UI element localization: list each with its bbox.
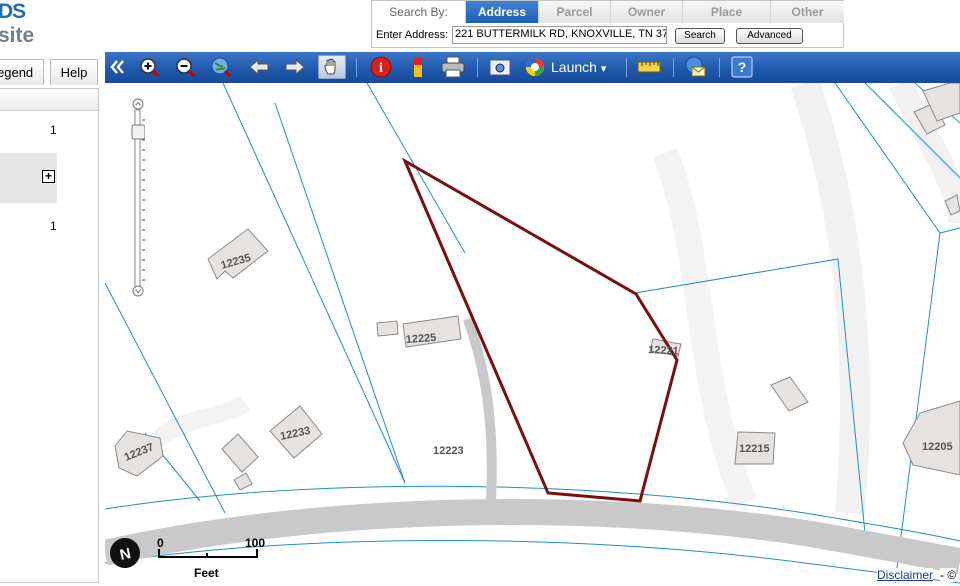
legend-row-1-count: 1 — [50, 123, 57, 137]
parcel-label-12221: 12221 — [648, 344, 679, 358]
map-toolbar: i Launch ▾ ? — [105, 52, 960, 83]
faint-road — [790, 83, 870, 515]
parcel-label-12223: 12223 — [433, 445, 464, 457]
parcel-label-12205: 12205 — [922, 441, 953, 453]
scale-bar: 0 100 Feet — [157, 533, 277, 579]
search-panel: Search By: Address Parcel Owner Place Ot… — [371, 0, 844, 48]
tab-legend[interactable]: egend — [0, 59, 44, 85]
zoom-in-icon[interactable] — [137, 55, 161, 79]
building — [770, 376, 809, 412]
scale-start-label: 0 — [157, 536, 164, 550]
svg-text:i: i — [379, 61, 383, 76]
address-label: Enter Address: — [376, 29, 449, 41]
toolbar-separator — [356, 58, 357, 77]
building-small — [376, 320, 399, 337]
logo-line-2: site — [0, 24, 35, 47]
building-small — [233, 472, 253, 491]
legend-list: 1 + 1 — [0, 88, 99, 583]
search-button[interactable]: Search — [675, 28, 725, 44]
zoom-slider[interactable] — [131, 98, 145, 298]
chevron-down-icon: ▾ — [600, 63, 607, 75]
toolbar-separator — [626, 58, 627, 77]
tab-owner[interactable]: Owner — [610, 1, 682, 23]
left-panel: egend Help 1 + 1 — [0, 55, 105, 586]
map-canvas[interactable]: 12235 12225 12221 12233 12237 12223 1221… — [105, 83, 960, 586]
lot-line — [222, 83, 406, 484]
driveway — [463, 317, 497, 504]
tab-help[interactable]: Help — [50, 59, 98, 85]
print-icon[interactable] — [441, 55, 465, 79]
legend-header — [0, 89, 98, 111]
lot-line — [894, 232, 941, 584]
lot-line — [105, 282, 226, 514]
toolbar-separator — [719, 58, 720, 77]
launch-label: Launch — [551, 59, 597, 75]
toolbar-separator — [673, 58, 674, 77]
svg-text:?: ? — [738, 59, 747, 75]
building-12235 — [207, 228, 269, 280]
faint-road — [652, 148, 758, 508]
address-input[interactable]: 221 BUTTERMILK RD, KNOXVILLE, TN 37932 — [452, 26, 667, 44]
building-12205 — [902, 400, 960, 476]
parcel-label-12225: 12225 — [405, 332, 436, 346]
logo-line-1: DS — [0, 0, 26, 23]
tab-parcel[interactable]: Parcel — [538, 1, 610, 23]
tab-place[interactable]: Place — [682, 1, 770, 23]
tab-other[interactable]: Other — [770, 1, 844, 23]
previous-extent-arrow-icon[interactable] — [247, 55, 271, 79]
parcel-label-12215: 12215 — [739, 443, 770, 455]
pan-hand-icon[interactable] — [318, 55, 346, 79]
legend-row-2-count: 1 — [50, 219, 57, 233]
launch-menu[interactable]: Launch ▾ — [551, 59, 606, 75]
highlighter-icon[interactable] — [406, 55, 430, 79]
measure-ruler-icon[interactable] — [637, 55, 661, 79]
building-shed — [221, 433, 259, 473]
advanced-button[interactable]: Advanced — [736, 28, 803, 44]
tab-address[interactable]: Address — [465, 1, 538, 23]
zoom-out-icon[interactable] — [173, 55, 197, 79]
scale-unit-label: Feet — [194, 566, 219, 579]
copyright-text: - © — [940, 568, 957, 582]
full-extent-globe-icon[interactable] — [209, 55, 233, 79]
photo-image-icon[interactable] — [488, 55, 512, 79]
expand-icon[interactable]: + — [42, 170, 55, 183]
search-by-label: Search By: — [389, 5, 448, 19]
map-graphics: 12235 12225 12221 12233 12237 12223 1221… — [105, 83, 960, 584]
next-extent-arrow-icon[interactable] — [283, 55, 307, 79]
site-logo: DS site — [0, 0, 110, 52]
help-question-icon[interactable]: ? — [730, 55, 754, 79]
toolbar-separator — [477, 58, 478, 77]
email-globe-icon[interactable] — [683, 55, 707, 79]
scale-end-label: 100 — [245, 536, 265, 550]
collapse-panel-icon[interactable] — [105, 55, 129, 79]
google-launch-icon[interactable] — [523, 55, 547, 79]
disclaimer-link[interactable]: Disclaimer — [877, 568, 934, 582]
identify-info-icon[interactable]: i — [369, 55, 393, 79]
